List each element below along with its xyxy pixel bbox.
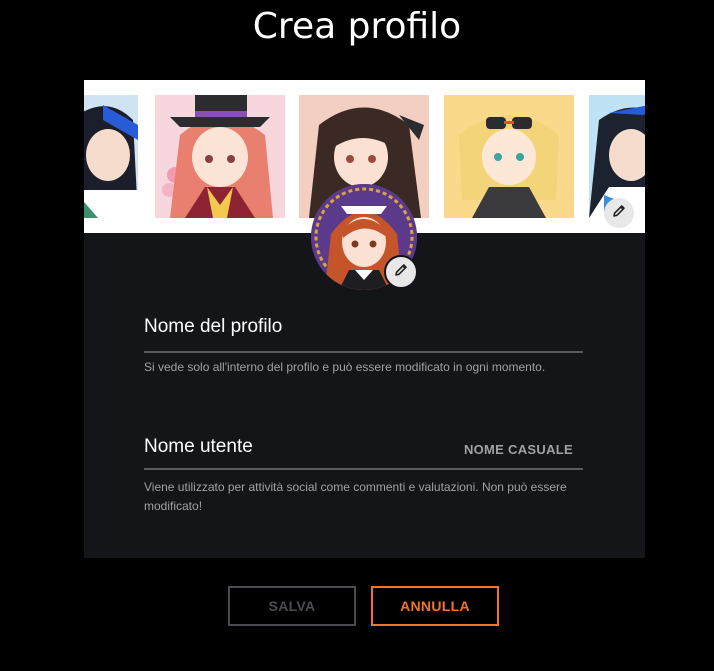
page-title: Crea profilo xyxy=(252,6,462,47)
profile-name-field[interactable]: Nome del profilo Si vede solo all'intern… xyxy=(144,308,583,378)
username-label: Nome utente xyxy=(144,436,253,457)
banner-thumbnail[interactable] xyxy=(84,95,138,218)
pencil-icon xyxy=(393,262,409,283)
profile-card: Nome del profilo Si vede solo all'intern… xyxy=(84,80,645,558)
username-help: Viene utilizzato per attività social com… xyxy=(144,480,567,513)
random-name-button[interactable]: NOME CASUALE xyxy=(464,442,573,457)
profile-name-label: Nome del profilo xyxy=(144,316,283,337)
profile-name-underline xyxy=(144,351,583,353)
profile-name-help: Si vede solo all'interno del profilo e p… xyxy=(144,360,546,374)
banner-thumbnail[interactable] xyxy=(155,95,285,218)
banner-thumbnail[interactable] xyxy=(444,95,574,218)
pencil-icon xyxy=(611,203,627,224)
edit-banner-button[interactable] xyxy=(604,198,634,228)
edit-avatar-button[interactable] xyxy=(384,255,418,289)
save-button[interactable]: SALVA xyxy=(228,586,356,626)
username-field[interactable]: Nome utente NOME CASUALE Viene utilizzat… xyxy=(144,426,583,516)
username-underline xyxy=(144,468,583,470)
cancel-button[interactable]: ANNULLA xyxy=(371,586,499,626)
